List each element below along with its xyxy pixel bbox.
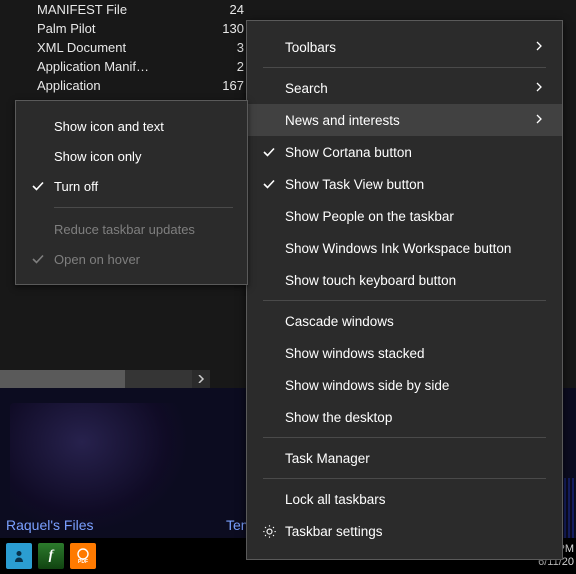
menu-item-side-by-side[interactable]: Show windows side by side — [247, 369, 562, 401]
file-type-row[interactable]: Application 167 — [0, 76, 260, 95]
menu-item-indent — [261, 313, 277, 329]
menu-item-label: Lock all taskbars — [285, 492, 386, 507]
file-type-row[interactable]: XML Document 3 — [0, 38, 260, 57]
chevron-right-icon — [534, 41, 546, 53]
menu-item-news-interests[interactable]: News and interests — [247, 104, 562, 136]
menu-item-label: Show the desktop — [285, 410, 392, 425]
menu-separator — [263, 300, 546, 301]
menu-item-indent — [261, 80, 277, 96]
file-type-count: 3 — [214, 40, 244, 55]
menu-item-indent — [30, 221, 46, 237]
menu-item-task-manager[interactable]: Task Manager — [247, 442, 562, 474]
file-type-row[interactable]: MANIFEST File 24 — [0, 0, 260, 19]
menu-item-indent — [30, 148, 46, 164]
check-icon — [30, 251, 46, 267]
menu-item-indent — [261, 450, 277, 466]
file-type-row[interactable]: Application Manif… 2 — [0, 57, 260, 76]
menu-item-label: Show icon only — [54, 149, 141, 164]
menu-item-turn-off[interactable]: Turn off — [16, 171, 247, 201]
menu-item-label: Search — [285, 81, 328, 96]
file-type-count: 2 — [214, 59, 244, 74]
check-icon — [261, 176, 277, 192]
menu-item-label: Task Manager — [285, 451, 370, 466]
menu-item-stacked[interactable]: Show windows stacked — [247, 337, 562, 369]
menu-item-label: Show icon and text — [54, 119, 164, 134]
menu-item-label: Toolbars — [285, 40, 336, 55]
news-interests-submenu: Show icon and text Show icon only Turn o… — [15, 100, 248, 285]
file-type-name: Palm Pilot — [37, 21, 96, 36]
file-type-name: MANIFEST File — [37, 2, 127, 17]
menu-item-label: Show People on the taskbar — [285, 209, 454, 224]
menu-item-search[interactable]: Search — [247, 72, 562, 104]
check-icon — [261, 144, 277, 160]
file-type-name: XML Document — [37, 40, 126, 55]
menu-item-label: Show Windows Ink Workspace button — [285, 241, 511, 256]
menu-separator — [263, 437, 546, 438]
horizontal-scrollbar[interactable] — [0, 370, 210, 388]
menu-item-show-icon-text[interactable]: Show icon and text — [16, 111, 247, 141]
menu-item-indent — [261, 39, 277, 55]
file-type-count: 24 — [214, 2, 244, 17]
svg-text:PDF: PDF — [78, 559, 88, 565]
file-type-list: MANIFEST File 24 Palm Pilot 130 XML Docu… — [0, 0, 260, 95]
menu-item-cascade[interactable]: Cascade windows — [247, 305, 562, 337]
taskbar-context-menu: Toolbars Search News and interests Show … — [246, 20, 563, 560]
scrollbar-thumb[interactable] — [0, 370, 125, 388]
menu-item-label: Show Task View button — [285, 177, 424, 192]
scroll-right-button[interactable] — [192, 370, 210, 388]
gear-icon — [261, 523, 277, 539]
menu-item-label: Reduce taskbar updates — [54, 222, 195, 237]
menu-item-label: News and interests — [285, 113, 400, 128]
menu-item-indent — [261, 240, 277, 256]
chevron-right-icon — [534, 82, 546, 94]
menu-item-show-desktop[interactable]: Show the desktop — [247, 401, 562, 433]
taskbar-app-icon[interactable]: PDF — [70, 543, 96, 569]
menu-item-people[interactable]: Show People on the taskbar — [247, 200, 562, 232]
menu-item-label: Cascade windows — [285, 314, 394, 329]
check-icon — [30, 178, 46, 194]
taskbar-app-icon[interactable]: f — [38, 543, 64, 569]
menu-item-label: Open on hover — [54, 252, 140, 267]
file-type-count: 130 — [214, 21, 244, 36]
menu-item-label: Show windows stacked — [285, 346, 425, 361]
menu-separator — [54, 207, 233, 208]
chevron-right-icon — [534, 114, 546, 126]
menu-item-taskbar-settings[interactable]: Taskbar settings — [247, 515, 562, 547]
menu-item-task-view[interactable]: Show Task View button — [247, 168, 562, 200]
menu-item-label: Show touch keyboard button — [285, 273, 456, 288]
file-type-name: Application — [37, 78, 101, 93]
menu-item-label: Taskbar settings — [285, 524, 383, 539]
menu-item-indent — [261, 208, 277, 224]
file-type-count: 167 — [214, 78, 244, 93]
menu-item-ink-workspace[interactable]: Show Windows Ink Workspace button — [247, 232, 562, 264]
menu-item-toolbars[interactable]: Toolbars — [247, 31, 562, 63]
menu-item-open-on-hover: Open on hover — [16, 244, 247, 274]
menu-item-touch-keyboard[interactable]: Show touch keyboard button — [247, 264, 562, 296]
menu-item-indent — [261, 377, 277, 393]
taskbar-app-icon[interactable] — [6, 543, 32, 569]
menu-item-lock-taskbars[interactable]: Lock all taskbars — [247, 483, 562, 515]
menu-item-show-icon-only[interactable]: Show icon only — [16, 141, 247, 171]
menu-separator — [263, 478, 546, 479]
menu-item-indent — [261, 112, 277, 128]
menu-item-indent — [261, 272, 277, 288]
folder-label-raquel[interactable]: Raquel's Files — [6, 517, 94, 533]
menu-item-indent — [261, 491, 277, 507]
menu-separator — [263, 67, 546, 68]
menu-item-label: Show Cortana button — [285, 145, 412, 160]
menu-item-indent — [261, 345, 277, 361]
menu-item-indent — [30, 118, 46, 134]
menu-item-label: Turn off — [54, 179, 98, 194]
folder-thumbnail — [10, 403, 190, 533]
menu-item-reduce-updates: Reduce taskbar updates — [16, 214, 247, 244]
menu-item-cortana[interactable]: Show Cortana button — [247, 136, 562, 168]
file-type-row[interactable]: Palm Pilot 130 — [0, 19, 260, 38]
file-type-name: Application Manif… — [37, 59, 149, 74]
menu-item-label: Show windows side by side — [285, 378, 449, 393]
menu-item-indent — [261, 409, 277, 425]
